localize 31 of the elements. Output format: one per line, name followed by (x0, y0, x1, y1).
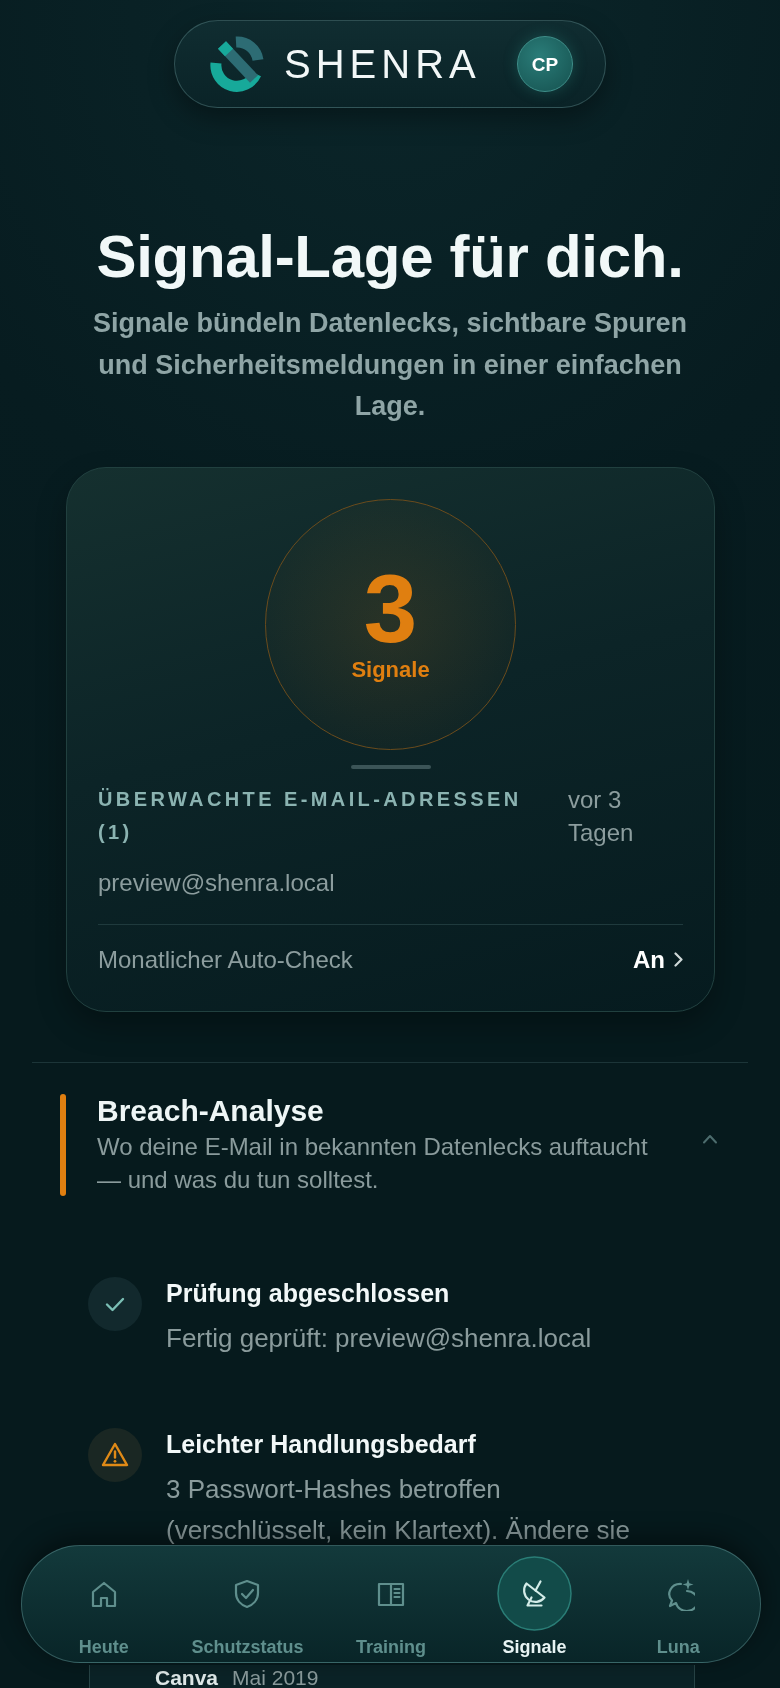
finding-title: Leichter Handlungsbedarf (166, 1428, 477, 1460)
section-title: Breach-Analyse (97, 1092, 325, 1129)
auto-check-button[interactable]: An (633, 944, 683, 975)
signal-count-label: Signale (351, 657, 430, 683)
breach-date: Mai 2019 (232, 1665, 319, 1688)
nav-tab[interactable]: Schutzstatus (191, 1546, 304, 1658)
finding-title: Prüfung abgeschlossen (166, 1277, 451, 1309)
nav-tab[interactable]: Luna (640, 1546, 716, 1658)
nav-tab[interactable]: Training (353, 1546, 429, 1658)
breach-name: Canva (155, 1665, 219, 1688)
satellite-dish-icon (497, 1556, 573, 1631)
check-icon (88, 1276, 142, 1331)
nav-tab[interactable]: Signale (497, 1546, 573, 1658)
chevron-right-icon (674, 952, 683, 967)
auto-check-label: Monatlicher Auto-Check (98, 944, 353, 975)
brand-name: SHENRA (284, 41, 481, 88)
signal-count: 3 (363, 561, 418, 657)
finding-text: 3 Passwort-Hashes betroffen (verschlüsselt, kein Klartext). Ändere sie (166, 1472, 631, 1547)
warning-icon (88, 1427, 142, 1482)
logo-icon (209, 36, 265, 92)
avatar-button[interactable]: CP (517, 36, 573, 92)
breach-card[interactable]: Canva Mai 2019 (89, 1664, 695, 1688)
monitored-email: preview@shenra.local (98, 867, 336, 898)
chevron-up-icon[interactable] (702, 1133, 718, 1144)
nav-tab[interactable]: Heute (66, 1546, 142, 1658)
monitored-label: ÜBERWACHTE E-MAIL-ADRESSEN (1) (98, 786, 523, 845)
page-title: Signal-Lage für dich. (95, 222, 685, 292)
page-subtitle: Signale bündeln Datenlecks, sichtbare Spuren und Sicherheitsmeldungen in einer einfachen Lage. (91, 307, 689, 423)
section-subtitle: Wo deine E-Mail in bekannten Datenlecks auftaucht — und was du tun solltest. (97, 1131, 649, 1195)
finding-text: Fertig geprüft: preview@shenra.local (166, 1321, 593, 1355)
last-check-time: vor 3 Tagen (568, 784, 635, 848)
